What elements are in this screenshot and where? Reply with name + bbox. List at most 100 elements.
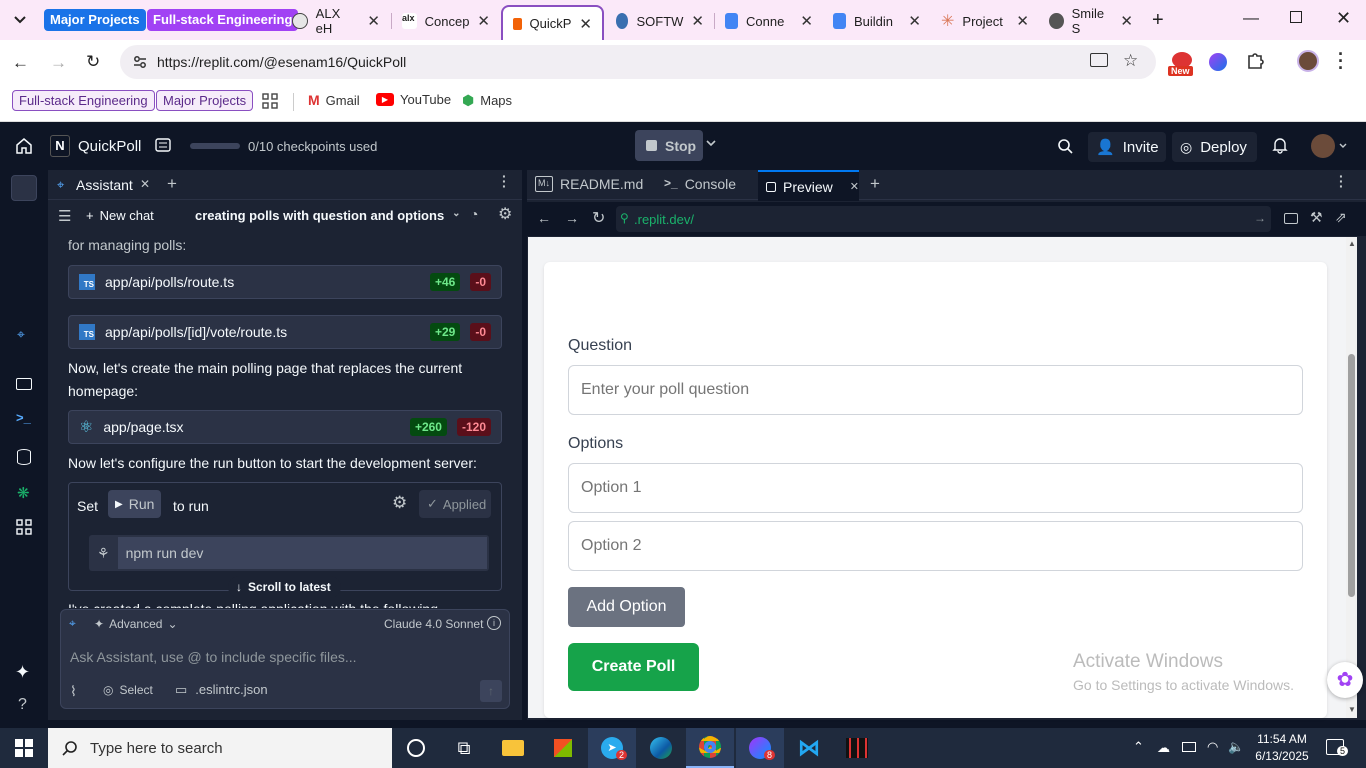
chevron-down-icon[interactable] xyxy=(706,140,716,147)
tab-smile[interactable]: Smile S ✕ xyxy=(1039,6,1143,36)
floating-extension-icon[interactable]: ✿ xyxy=(1327,662,1363,698)
puzzle-icon[interactable] xyxy=(1246,51,1264,69)
stop-button[interactable]: Stop xyxy=(635,130,703,161)
file-change-card[interactable]: TS app/api/polls/[id]/vote/route.ts +29 … xyxy=(68,315,502,349)
close-icon[interactable]: ✕ xyxy=(1120,12,1133,30)
model-label[interactable]: Claude 4.0 Sonnet xyxy=(384,617,483,631)
back-icon[interactable]: ← xyxy=(537,210,551,226)
close-icon[interactable]: ✕ xyxy=(800,12,813,30)
option-input-1[interactable] xyxy=(568,463,1303,513)
profile-avatar[interactable] xyxy=(1297,50,1319,72)
devtools-icon[interactable]: ⚒ xyxy=(1310,209,1323,226)
forward-icon[interactable]: → xyxy=(565,210,579,226)
close-window-icon[interactable]: ✕ xyxy=(1336,8,1351,29)
new-chat-button[interactable]: + New chat xyxy=(86,208,154,223)
chrome-icon[interactable] xyxy=(686,728,734,768)
chat-input[interactable]: Ask Assistant, use @ to include specific… xyxy=(70,649,357,665)
history-menu-icon[interactable]: ☰ xyxy=(58,207,71,225)
bookmark-gmail[interactable]: M Gmail xyxy=(308,92,360,108)
scrollbar-thumb[interactable] xyxy=(1348,354,1355,597)
tab-preview[interactable]: Preview ✕ xyxy=(758,170,859,201)
scroll-up-icon[interactable]: ▲ xyxy=(1348,239,1356,248)
go-arrow-icon[interactable]: → xyxy=(1254,211,1266,225)
add-tab-icon[interactable]: + xyxy=(870,174,880,194)
more-icon[interactable]: · · · xyxy=(1339,169,1344,193)
reload-icon[interactable]: ↻ xyxy=(592,208,605,228)
home-icon[interactable] xyxy=(15,137,33,155)
shell-icon[interactable]: >_ xyxy=(16,410,31,425)
close-icon[interactable]: ✕ xyxy=(140,177,150,191)
new-tab-icon[interactable]: + xyxy=(1152,9,1164,32)
search-icon[interactable] xyxy=(1057,138,1073,154)
task-view-icon[interactable]: ⧉ xyxy=(440,728,488,768)
tab-building[interactable]: Buildin ✕ xyxy=(823,6,931,36)
chat-title-dropdown[interactable]: creating polls with question and options… xyxy=(195,208,461,223)
database-icon[interactable] xyxy=(17,449,31,465)
all-tools-icon[interactable] xyxy=(16,519,32,535)
more-icon[interactable]: · · · xyxy=(502,169,507,193)
gear-icon[interactable]: ⚙ xyxy=(392,493,407,513)
scroll-down-icon[interactable]: ▼ xyxy=(1348,705,1356,714)
attached-file-chip[interactable]: ▭ .eslintrc.json xyxy=(175,682,268,698)
tab-concepts[interactable]: alx Concep ✕ xyxy=(392,6,500,36)
user-avatar[interactable] xyxy=(1311,134,1335,158)
close-icon[interactable]: ✕ xyxy=(908,12,921,30)
tab-search-icon[interactable] xyxy=(12,12,28,28)
help-icon[interactable]: ? xyxy=(18,696,27,714)
bookmark-group-fullstack[interactable]: Full-stack Engineering xyxy=(12,90,155,111)
restore-icon[interactable] xyxy=(1290,11,1302,23)
wifi-icon[interactable]: ◠ xyxy=(1207,739,1218,755)
assistant-tab-label[interactable]: Assistant xyxy=(76,177,133,193)
close-icon[interactable]: ✕ xyxy=(1016,12,1029,30)
chevron-down-icon[interactable] xyxy=(1339,143,1347,149)
tab-connect[interactable]: Conne ✕ xyxy=(715,6,823,36)
scroll-to-latest-button[interactable]: ↓ Scroll to latest xyxy=(228,576,341,598)
question-input[interactable] xyxy=(568,365,1303,415)
windows-start-icon[interactable] xyxy=(0,728,48,768)
add-option-button[interactable]: Add Option xyxy=(568,587,685,627)
close-icon[interactable]: ✕ xyxy=(579,15,592,33)
explorer-icon[interactable] xyxy=(11,175,37,201)
bookmark-group-major[interactable]: Major Projects xyxy=(156,90,254,111)
deploy-button[interactable]: ◎ Deploy xyxy=(1172,132,1257,162)
secrets-icon[interactable]: ❋ xyxy=(17,484,30,502)
cloud-icon[interactable]: ☁ xyxy=(1157,740,1170,756)
tab-group-major-projects[interactable]: Major Projects xyxy=(44,9,146,31)
clock-time[interactable]: 11:54 AM xyxy=(1254,732,1310,746)
preview-url-bar[interactable]: ⚲ .replit.dev/ → xyxy=(616,206,1271,232)
chrome-menu-icon[interactable]: · · · xyxy=(1338,45,1344,77)
volume-icon[interactable]: 🔈 xyxy=(1228,739,1244,755)
close-icon[interactable]: ✕ xyxy=(691,12,704,30)
battery-icon[interactable] xyxy=(1182,742,1196,752)
telegram-icon[interactable]: ➤ 2 xyxy=(588,728,636,768)
messenger-icon[interactable]: 8 xyxy=(736,728,784,768)
close-icon[interactable]: ✕ xyxy=(367,12,380,30)
url-text[interactable]: https://replit.com/@esenam16/QuickPoll xyxy=(157,54,406,70)
gauge-icon[interactable]: ◔ xyxy=(470,206,478,222)
option-input-2[interactable] xyxy=(568,521,1303,571)
taskbar-search[interactable]: Type here to search xyxy=(48,728,392,768)
show-hidden-icons[interactable]: ⌃ xyxy=(1133,739,1144,755)
advanced-dropdown[interactable]: ✦ Advanced ⌄ xyxy=(94,617,178,631)
bell-icon[interactable] xyxy=(1272,137,1288,154)
console-icon[interactable] xyxy=(16,378,32,390)
extension-new-icon[interactable]: New xyxy=(1168,48,1196,76)
create-poll-button[interactable]: Create Poll xyxy=(568,643,699,691)
open-external-icon[interactable]: ⇗ xyxy=(1335,209,1347,226)
extension-icon[interactable] xyxy=(1209,53,1227,71)
bookmark-youtube[interactable]: ▶ YouTube xyxy=(376,92,451,107)
clock-date[interactable]: 6/13/2025 xyxy=(1254,749,1310,763)
project-name[interactable]: QuickPoll xyxy=(78,138,141,155)
gear-icon[interactable]: ⚙ xyxy=(498,204,512,224)
app-icon[interactable] xyxy=(833,728,881,768)
minimize-icon[interactable]: — xyxy=(1243,10,1259,28)
tab-project[interactable]: ✳ Project ✕ xyxy=(931,6,1039,36)
close-icon[interactable]: ✕ xyxy=(477,12,490,30)
tab-readme[interactable]: M↓ README.md xyxy=(535,176,643,192)
tab-console[interactable]: >_ Console xyxy=(664,176,736,192)
file-change-card[interactable]: ⚛ app/page.tsx +260 -120 xyxy=(68,410,502,444)
preview-scrollbar[interactable]: ▲ ▼ xyxy=(1346,237,1357,718)
select-button[interactable]: ◎ Select xyxy=(103,683,153,697)
store-icon[interactable] xyxy=(539,728,587,768)
tab-software[interactable]: SOFTW ✕ xyxy=(606,6,714,36)
